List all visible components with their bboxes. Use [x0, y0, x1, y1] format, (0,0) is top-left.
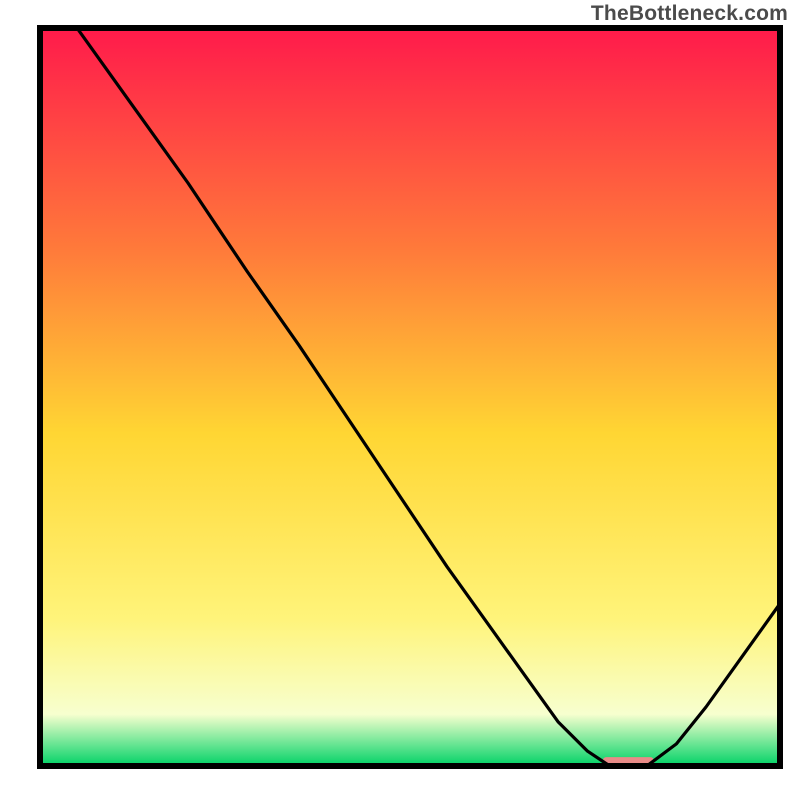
chart-container: TheBottleneck.com	[0, 0, 800, 800]
bottleneck-chart	[0, 0, 800, 800]
gradient-background	[40, 28, 780, 766]
